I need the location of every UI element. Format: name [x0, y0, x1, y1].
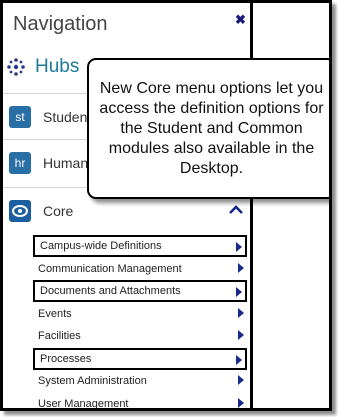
submenu-item-label: User Management	[38, 398, 129, 410]
chevron-right-icon	[236, 287, 242, 297]
core-icon	[9, 199, 31, 222]
nav-item-label: Student	[43, 108, 92, 125]
submenu-item[interactable]: Events	[33, 303, 247, 325]
submenu-item-label: Documents and Attachments	[40, 285, 181, 297]
hubs-label: Hubs	[35, 56, 80, 77]
chevron-up-icon[interactable]	[229, 205, 243, 214]
hubs-link[interactable]: Hubs	[5, 52, 79, 82]
screenshot-frame: Navigation ✖ Hubs st Student hr Human Co…	[0, 0, 332, 411]
human-resources-icon: hr	[9, 151, 31, 174]
submenu-item[interactable]: User Management	[33, 393, 247, 410]
submenu-item[interactable]: System Administration	[33, 370, 247, 392]
nav-item-label: Human	[43, 154, 89, 171]
submenu-item-label: Events	[38, 308, 72, 320]
hub-dots-icon	[7, 58, 25, 76]
chevron-right-icon	[236, 242, 242, 252]
chevron-right-icon	[238, 263, 244, 273]
submenu-item[interactable]: Campus-wide Definitions	[33, 235, 247, 257]
submenu-item-label: Campus-wide Definitions	[40, 240, 162, 252]
chevron-right-icon	[236, 355, 242, 365]
chevron-right-icon	[238, 308, 244, 318]
nav-item-label: Core	[43, 202, 74, 219]
submenu-item-label: System Administration	[38, 375, 147, 387]
submenu-item[interactable]: Processes	[33, 348, 247, 370]
panel-title: Navigation	[13, 13, 108, 35]
chevron-right-icon	[238, 398, 244, 408]
submenu-item[interactable]: Documents and Attachments	[33, 280, 247, 302]
submenu-item-label: Communication Management	[38, 263, 182, 275]
submenu-item[interactable]: Communication Management	[33, 258, 247, 280]
callout-box: New Core menu options let you access the…	[87, 58, 329, 199]
callout-text: New Core menu options let you access the…	[99, 79, 324, 177]
chevron-right-icon	[238, 375, 244, 385]
submenu-item[interactable]: Facilities	[33, 325, 247, 347]
student-icon: st	[9, 105, 31, 128]
submenu-item-label: Facilities	[38, 330, 81, 342]
close-icon[interactable]: ✖	[235, 12, 246, 28]
submenu-item-label: Processes	[40, 353, 92, 365]
chevron-right-icon	[238, 330, 244, 340]
